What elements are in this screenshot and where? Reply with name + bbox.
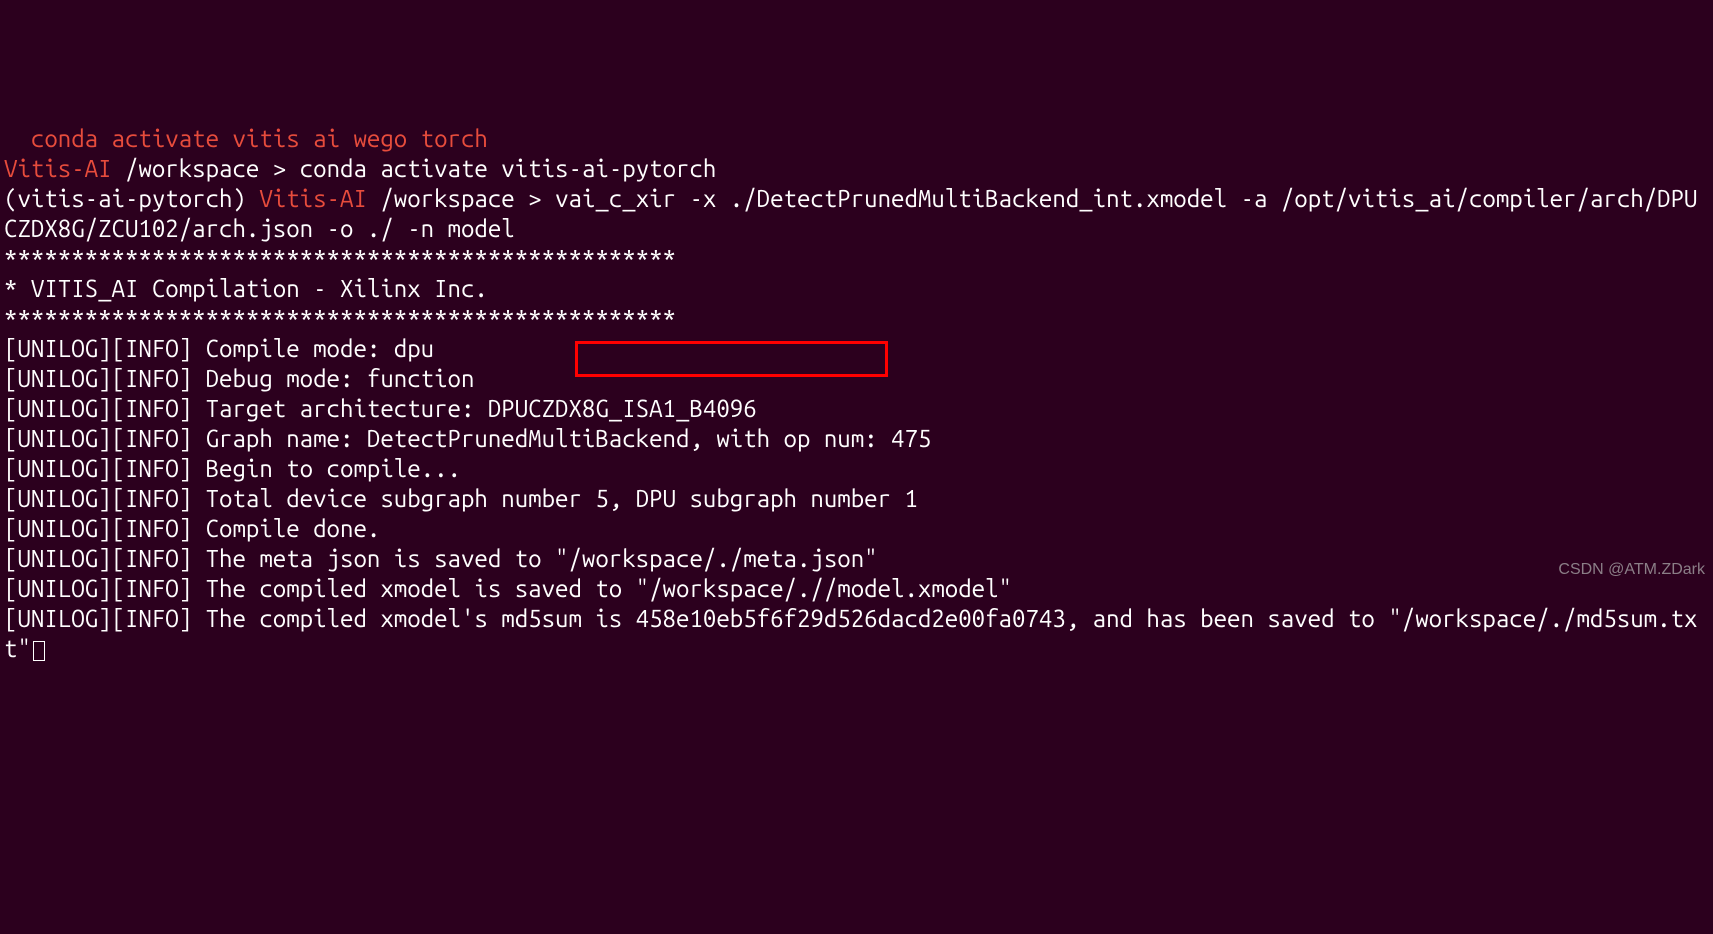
divider-stars: ****************************************… — [4, 305, 676, 332]
log-line: [UNILOG][INFO] Total device subgraph num… — [4, 485, 622, 512]
prompt-path: /workspace > — [367, 185, 555, 212]
log-line: [UNILOG][INFO] The compiled xmodel is sa… — [4, 575, 1012, 602]
log-line: [UNILOG][INFO] The compiled xmodel's md5… — [4, 605, 1697, 662]
prompt-path: /workspace > — [112, 155, 300, 182]
terminal-output[interactable]: conda activate vitis ai wego torch Vitis… — [4, 124, 1709, 664]
log-line: [UNILOG][INFO] Debug mode: function — [4, 365, 474, 392]
log-line: [UNILOG][INFO] The meta json is saved to… — [4, 545, 878, 572]
log-line: [UNILOG][INFO] Compile mode: dpu — [4, 335, 434, 362]
divider-stars: ****************************************… — [4, 245, 676, 272]
cursor — [33, 641, 45, 661]
command-text: conda activate vitis-ai-pytorch — [300, 155, 717, 182]
env-prefix: (vitis-ai-pytorch) — [4, 185, 259, 212]
prompt-host: Vitis-AI — [259, 185, 367, 212]
highlighted-text: DPU subgraph number 1 — [622, 485, 918, 512]
prompt-host: Vitis-AI — [4, 155, 112, 182]
log-line: [UNILOG][INFO] Target architecture: DPUC… — [4, 395, 757, 422]
watermark-csdn: CSDN @ATM.ZDark — [1558, 560, 1705, 580]
header-text: * VITIS_AI Compilation - Xilinx Inc. — [4, 275, 488, 302]
partial-line: conda activate vitis ai wego torch — [4, 125, 488, 152]
log-line: [UNILOG][INFO] Compile done. — [4, 515, 380, 542]
log-line: [UNILOG][INFO] Graph name: DetectPrunedM… — [4, 425, 931, 452]
log-line: [UNILOG][INFO] Begin to compile... — [4, 455, 461, 482]
